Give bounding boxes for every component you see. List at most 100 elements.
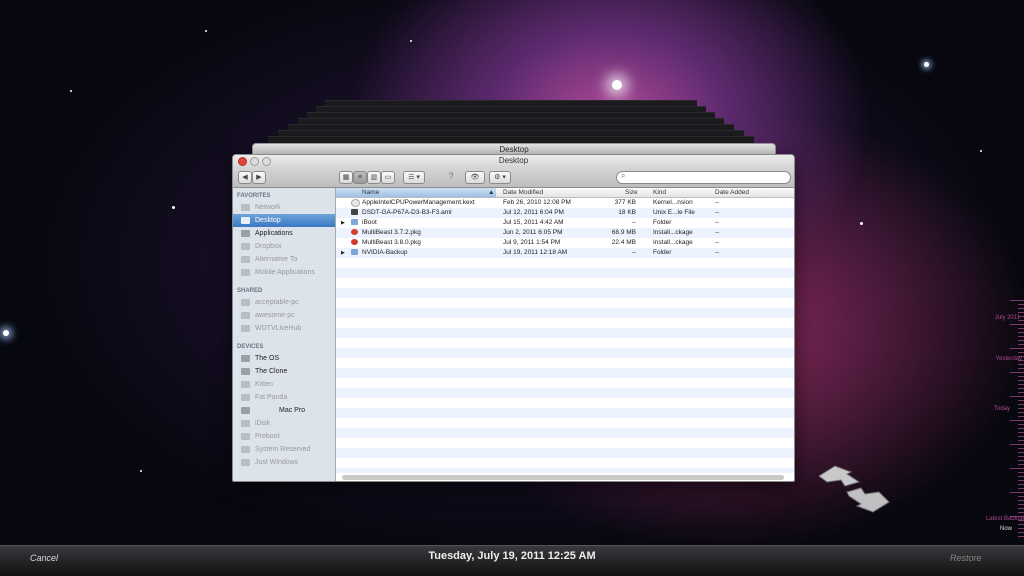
finder-window[interactable]: Desktop ◀ ▶ ▦ ≡ ▥ ▭ ☰ ▾ ? 👁 ⚙ ▾ ⌕ FAVORI… (232, 154, 795, 482)
timeline-label[interactable]: Latest Backup (986, 516, 1024, 522)
timeline-tick[interactable] (1018, 528, 1024, 529)
timeline-tick[interactable] (1018, 408, 1024, 409)
timeline-tick[interactable] (1018, 508, 1024, 509)
timeline-tick[interactable] (1018, 380, 1024, 381)
timeline-label[interactable]: Today (994, 406, 1010, 412)
quicklook-button[interactable]: 👁 (465, 171, 485, 184)
timeline-tick[interactable] (1010, 420, 1024, 421)
timeline-tick[interactable] (1018, 388, 1024, 389)
action-button[interactable]: ⚙ ▾ (489, 171, 511, 184)
timeline-tick[interactable] (1018, 384, 1024, 385)
sidebar-item-fat-panda[interactable]: Fat Panda (233, 391, 335, 404)
sidebar-item-applications[interactable]: Applications (233, 227, 335, 240)
timeline-tick[interactable] (1018, 536, 1024, 537)
timeline-tick[interactable] (1018, 416, 1024, 417)
arrow-down-icon[interactable] (846, 487, 890, 513)
table-row[interactable]: MultiBeast 3.7.2.pkg Jun 2, 2011 6:05 PM 6… (336, 228, 794, 238)
timeline-tick[interactable] (1018, 428, 1024, 429)
timeline-tick[interactable] (1018, 368, 1024, 369)
timeline-tick[interactable] (1018, 308, 1024, 309)
timeline-tick[interactable] (1018, 332, 1024, 333)
timeline-label[interactable]: July 2011 (995, 315, 1020, 321)
timeline-label[interactable]: Yesterday (996, 356, 1022, 362)
timeline-tick[interactable] (1018, 524, 1024, 525)
table-row[interactable]: AppleIntelCPUPowerManagement.kext Feb 26,… (336, 198, 794, 208)
coverflow-view-icon[interactable]: ▭ (381, 171, 395, 184)
list-view-icon[interactable]: ≡ (353, 171, 367, 184)
column-added[interactable]: Date Added (715, 189, 749, 196)
timeline-tick[interactable] (1018, 312, 1024, 313)
sidebar-item-network[interactable]: Network (233, 201, 335, 214)
sidebar-item-desktop[interactable]: Desktop (233, 214, 335, 227)
timeline-tick[interactable] (1018, 376, 1024, 377)
timeline-tick[interactable] (1018, 440, 1024, 441)
timeline-tick[interactable] (1018, 336, 1024, 337)
sidebar-item-just-windows[interactable]: Just Windows (233, 456, 335, 469)
timeline-tick[interactable] (1010, 324, 1024, 325)
sidebar-item-acceptable-pc[interactable]: acceptable-pc (233, 296, 335, 309)
help-icon[interactable]: ? (446, 171, 456, 182)
column-size[interactable]: Size (625, 189, 638, 196)
history-window[interactable] (268, 136, 754, 143)
forward-button[interactable]: ▶ (252, 171, 266, 184)
timeline-tick[interactable] (1018, 340, 1024, 341)
timeline-tick[interactable] (1018, 464, 1024, 465)
timeline-tick[interactable] (1010, 492, 1024, 493)
timeline-tick[interactable] (1018, 532, 1024, 533)
timeline-tick[interactable] (1018, 460, 1024, 461)
timeline-tick[interactable] (1010, 300, 1024, 301)
sidebar-item-mobile-applications[interactable]: Mobile Applications (233, 266, 335, 279)
restore-button[interactable]: Restore (950, 553, 982, 563)
timeline-tick[interactable] (1018, 488, 1024, 489)
table-row[interactable]: ▶ iBoot Jul 15, 2011 4:42 AM -- Folder -- (336, 218, 794, 228)
sidebar-item-alternative-to[interactable]: Alternative To (233, 253, 335, 266)
search-input[interactable]: ⌕ (616, 171, 791, 184)
sidebar-item-the-clone[interactable]: The Clone (233, 365, 335, 378)
timeline-tick[interactable] (1018, 404, 1024, 405)
sidebar-item-awesome-pc[interactable]: awesome-pc (233, 309, 335, 322)
timeline-tick[interactable] (1018, 472, 1024, 473)
timeline-tick[interactable] (1018, 392, 1024, 393)
timeline-tick[interactable] (1018, 500, 1024, 501)
column-view-icon[interactable]: ▥ (367, 171, 381, 184)
sidebar-item-the-os[interactable]: The OS (233, 352, 335, 365)
arrow-up-icon[interactable] (818, 465, 861, 487)
timeline-tick[interactable] (1010, 372, 1024, 373)
timeline-tick[interactable] (1018, 424, 1024, 425)
horizontal-scrollbar[interactable] (342, 475, 784, 480)
disclosure-triangle-icon[interactable]: ▶ (341, 250, 345, 256)
icon-view-icon[interactable]: ▦ (339, 171, 353, 184)
timeline-tick[interactable] (1018, 504, 1024, 505)
timeline-tick[interactable] (1018, 328, 1024, 329)
timeline-tick[interactable] (1018, 352, 1024, 353)
timeline-tick[interactable] (1010, 468, 1024, 469)
timeline-tick[interactable] (1018, 480, 1024, 481)
timeline-tick[interactable] (1018, 436, 1024, 437)
timeline-tick[interactable] (1018, 432, 1024, 433)
table-row[interactable]: ▶ NVIDIA-Backup Jul 19, 2011 12:18 AM -- Fol… (336, 248, 794, 258)
sidebar-item-idisk[interactable]: iDisk (233, 417, 335, 430)
table-row[interactable]: DSDT-GA-P67A-D3-B3-F3.aml Jul 12, 2011 6:… (336, 208, 794, 218)
timeline-tick[interactable] (1018, 344, 1024, 345)
timeline-tick[interactable] (1018, 400, 1024, 401)
timeline-tick[interactable] (1018, 476, 1024, 477)
timeline-tick[interactable] (1018, 364, 1024, 365)
timeline-tick[interactable] (1018, 456, 1024, 457)
timeline-tick[interactable] (1018, 452, 1024, 453)
timeline-tick[interactable] (1018, 512, 1024, 513)
column-name[interactable]: Name ▲ (336, 188, 496, 197)
sidebar-item-wdtvlivehub[interactable]: WDTVLiveHub (233, 322, 335, 335)
arrange-button[interactable]: ☰ ▾ (403, 171, 425, 184)
title-bar[interactable]: Desktop (233, 155, 794, 167)
timeline[interactable]: July 2011 Yesterday Today Latest Backup Now (980, 300, 1024, 540)
timeline-tick[interactable] (1018, 448, 1024, 449)
timeline-tick[interactable] (1018, 484, 1024, 485)
table-row[interactable]: MultiBeast 3.8.0.pkg Jul 9, 2011 1:54 PM 2… (336, 238, 794, 248)
disclosure-triangle-icon[interactable]: ▶ (341, 220, 345, 226)
sidebar-item-kitten[interactable]: Kitten (233, 378, 335, 391)
timeline-label[interactable]: Now (1000, 526, 1012, 532)
timeline-tick[interactable] (1018, 496, 1024, 497)
column-kind[interactable]: Kind (653, 189, 666, 196)
timeline-tick[interactable] (1010, 444, 1024, 445)
sidebar-item-dropbox[interactable]: Dropbox (233, 240, 335, 253)
